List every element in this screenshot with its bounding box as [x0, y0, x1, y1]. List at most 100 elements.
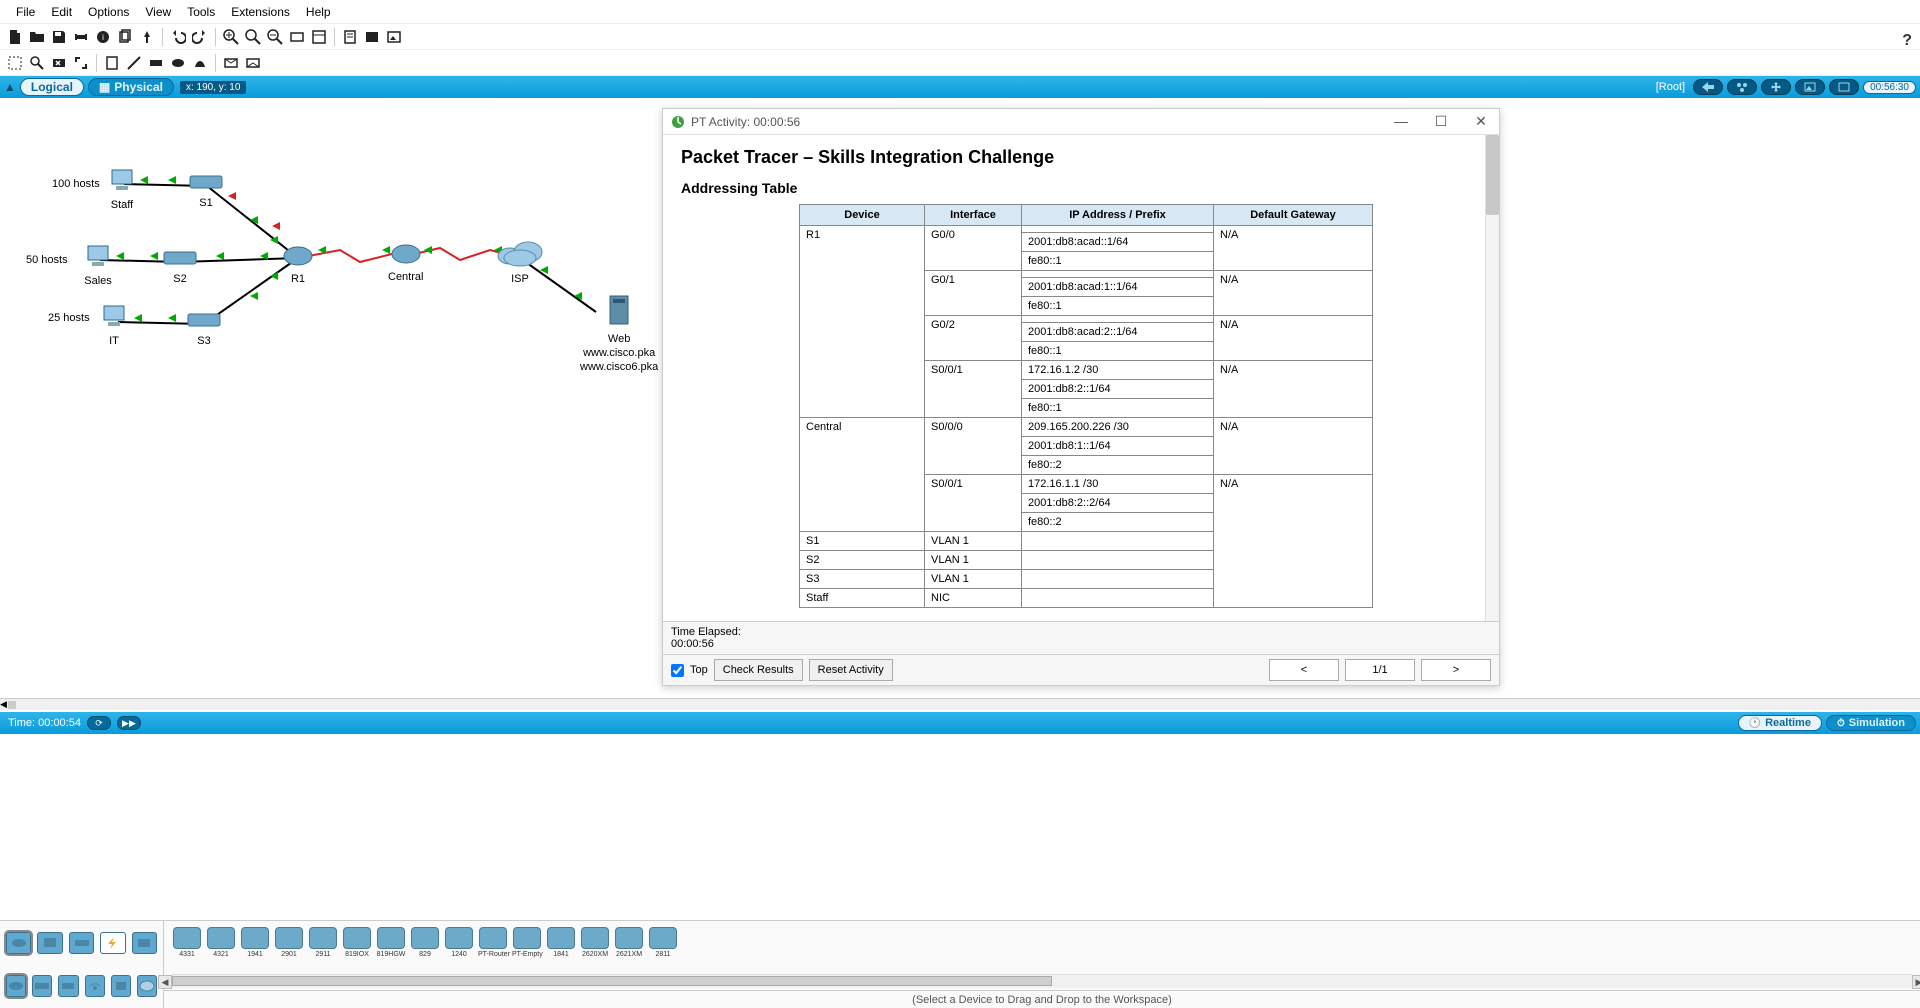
device-s3-switch[interactable]: S3: [186, 310, 222, 347]
notebook-icon[interactable]: [341, 28, 359, 46]
freeform-tool-icon[interactable]: [191, 54, 209, 72]
category-end-devices[interactable]: [37, 932, 62, 954]
fast-forward-button[interactable]: ▶▶: [117, 716, 141, 730]
nav-back-button[interactable]: [1693, 79, 1723, 95]
zoom-out-icon[interactable]: [266, 28, 284, 46]
maximize-icon[interactable]: ☐: [1427, 113, 1455, 130]
top-checkbox[interactable]: [671, 664, 684, 677]
palette-categories: [0, 921, 164, 1008]
place-note-icon[interactable]: [103, 54, 121, 72]
menu-options[interactable]: Options: [80, 5, 137, 19]
root-label[interactable]: [Root]: [1656, 81, 1685, 93]
move-button[interactable]: [1761, 79, 1791, 95]
palette-model-819iox[interactable]: 819IOX: [342, 927, 372, 958]
subcategory-routers[interactable]: [6, 975, 26, 997]
subcategory-wan[interactable]: [137, 975, 157, 997]
image-icon[interactable]: [385, 28, 403, 46]
subcategory-hubs[interactable]: [58, 975, 78, 997]
tab-logical[interactable]: Logical: [20, 78, 84, 96]
palette-model-2911[interactable]: 2911: [308, 927, 338, 958]
tab-physical[interactable]: ▦Physical: [88, 78, 174, 96]
background-button[interactable]: [1795, 79, 1825, 95]
zoom-reset-icon[interactable]: [244, 28, 262, 46]
line-tool-icon[interactable]: [125, 54, 143, 72]
complex-pdu-icon[interactable]: [244, 54, 262, 72]
simple-pdu-icon[interactable]: [222, 54, 240, 72]
menu-file[interactable]: File: [8, 5, 43, 19]
reset-activity-button[interactable]: Reset Activity: [809, 659, 893, 681]
palette-model-1240[interactable]: 1240: [444, 927, 474, 958]
zoom-in-icon[interactable]: [222, 28, 240, 46]
palette-model-819hgw[interactable]: 819HGW: [376, 927, 406, 958]
help-icon[interactable]: ?: [1902, 32, 1912, 50]
device-staff-pc[interactable]: Staff: [108, 168, 136, 211]
subcategory-switches[interactable]: [32, 975, 52, 997]
palette-model-2811[interactable]: 2811: [648, 927, 678, 958]
coordinates-display: x: 190, y: 10: [180, 81, 246, 94]
device-s1-switch[interactable]: S1: [188, 172, 224, 209]
activity-titlebar[interactable]: PT Activity: 00:00:56 — ☐ ✕: [663, 109, 1499, 135]
drawing-palette-icon[interactable]: [288, 28, 306, 46]
palette-model-2621xm[interactable]: 2621XM: [614, 927, 644, 958]
category-connections[interactable]: [100, 932, 125, 954]
palette-hscroll[interactable]: ◀ ▶: [172, 974, 1912, 988]
palette-model-2620xm[interactable]: 2620XM: [580, 927, 610, 958]
nav-next-button[interactable]: >: [1421, 659, 1491, 681]
realtime-tab[interactable]: 🕐Realtime: [1738, 715, 1822, 731]
device-s2-switch[interactable]: S2: [162, 248, 198, 285]
category-misc[interactable]: [132, 932, 157, 954]
viewport-button[interactable]: [1829, 79, 1859, 95]
select-tool-icon[interactable]: [6, 54, 24, 72]
command-prompt-icon[interactable]: [363, 28, 381, 46]
resize-tool-icon[interactable]: [72, 54, 90, 72]
nav-prev-button[interactable]: <: [1269, 659, 1339, 681]
paste-icon[interactable]: [138, 28, 156, 46]
copy-icon[interactable]: [116, 28, 134, 46]
palette-model-2901[interactable]: 2901: [274, 927, 304, 958]
open-folder-icon[interactable]: [28, 28, 46, 46]
subcategory-wireless[interactable]: [85, 975, 105, 997]
palette-model-pt-router[interactable]: PT-Router: [478, 927, 508, 958]
device-sales-pc[interactable]: Sales: [84, 244, 112, 287]
cluster-button[interactable]: [1727, 79, 1757, 95]
menu-help[interactable]: Help: [298, 5, 339, 19]
device-isp-cloud[interactable]: ISP: [494, 238, 546, 285]
delete-tool-icon[interactable]: [50, 54, 68, 72]
menu-edit[interactable]: Edit: [43, 5, 80, 19]
workspace-hscroll[interactable]: ◀: [0, 698, 1920, 710]
palette-model-1841[interactable]: 1841: [546, 927, 576, 958]
check-results-button[interactable]: Check Results: [714, 659, 803, 681]
save-icon[interactable]: [50, 28, 68, 46]
palette-model-1941[interactable]: 1941: [240, 927, 270, 958]
device-it-pc[interactable]: IT: [100, 304, 128, 347]
scroll-left-icon[interactable]: ◀: [158, 975, 172, 989]
inspect-tool-icon[interactable]: [28, 54, 46, 72]
scroll-right-icon[interactable]: ▶: [1912, 975, 1920, 989]
menu-extensions[interactable]: Extensions: [223, 5, 298, 19]
power-cycle-button[interactable]: ⟳: [87, 716, 111, 730]
device-r1-router[interactable]: R1: [282, 244, 314, 285]
menu-view[interactable]: View: [137, 5, 179, 19]
category-components[interactable]: [69, 932, 94, 954]
new-file-icon[interactable]: [6, 28, 24, 46]
close-icon[interactable]: ✕: [1467, 113, 1495, 130]
subcategory-security[interactable]: [111, 975, 131, 997]
palette-model-4331[interactable]: 4331: [172, 927, 202, 958]
palette-model-4321[interactable]: 4321: [206, 927, 236, 958]
redo-icon[interactable]: [191, 28, 209, 46]
custom-devices-icon[interactable]: [310, 28, 328, 46]
minimize-icon[interactable]: —: [1387, 113, 1415, 130]
print-icon[interactable]: [72, 28, 90, 46]
undo-icon[interactable]: [169, 28, 187, 46]
menu-tools[interactable]: Tools: [179, 5, 223, 19]
category-network-devices[interactable]: [6, 932, 31, 954]
palette-model-pt-empty[interactable]: PT-Empty: [512, 927, 542, 958]
activity-wizard-icon[interactable]: i: [94, 28, 112, 46]
device-central-router[interactable]: Central: [388, 242, 423, 283]
rectangle-tool-icon[interactable]: [147, 54, 165, 72]
ellipse-tool-icon[interactable]: [169, 54, 187, 72]
activity-scrollbar[interactable]: [1485, 135, 1499, 641]
device-web-server[interactable]: Webwww.cisco.pkawww.cisco6.pka: [580, 292, 658, 373]
simulation-tab[interactable]: ⏱Simulation: [1826, 715, 1916, 731]
palette-model-829[interactable]: 829: [410, 927, 440, 958]
